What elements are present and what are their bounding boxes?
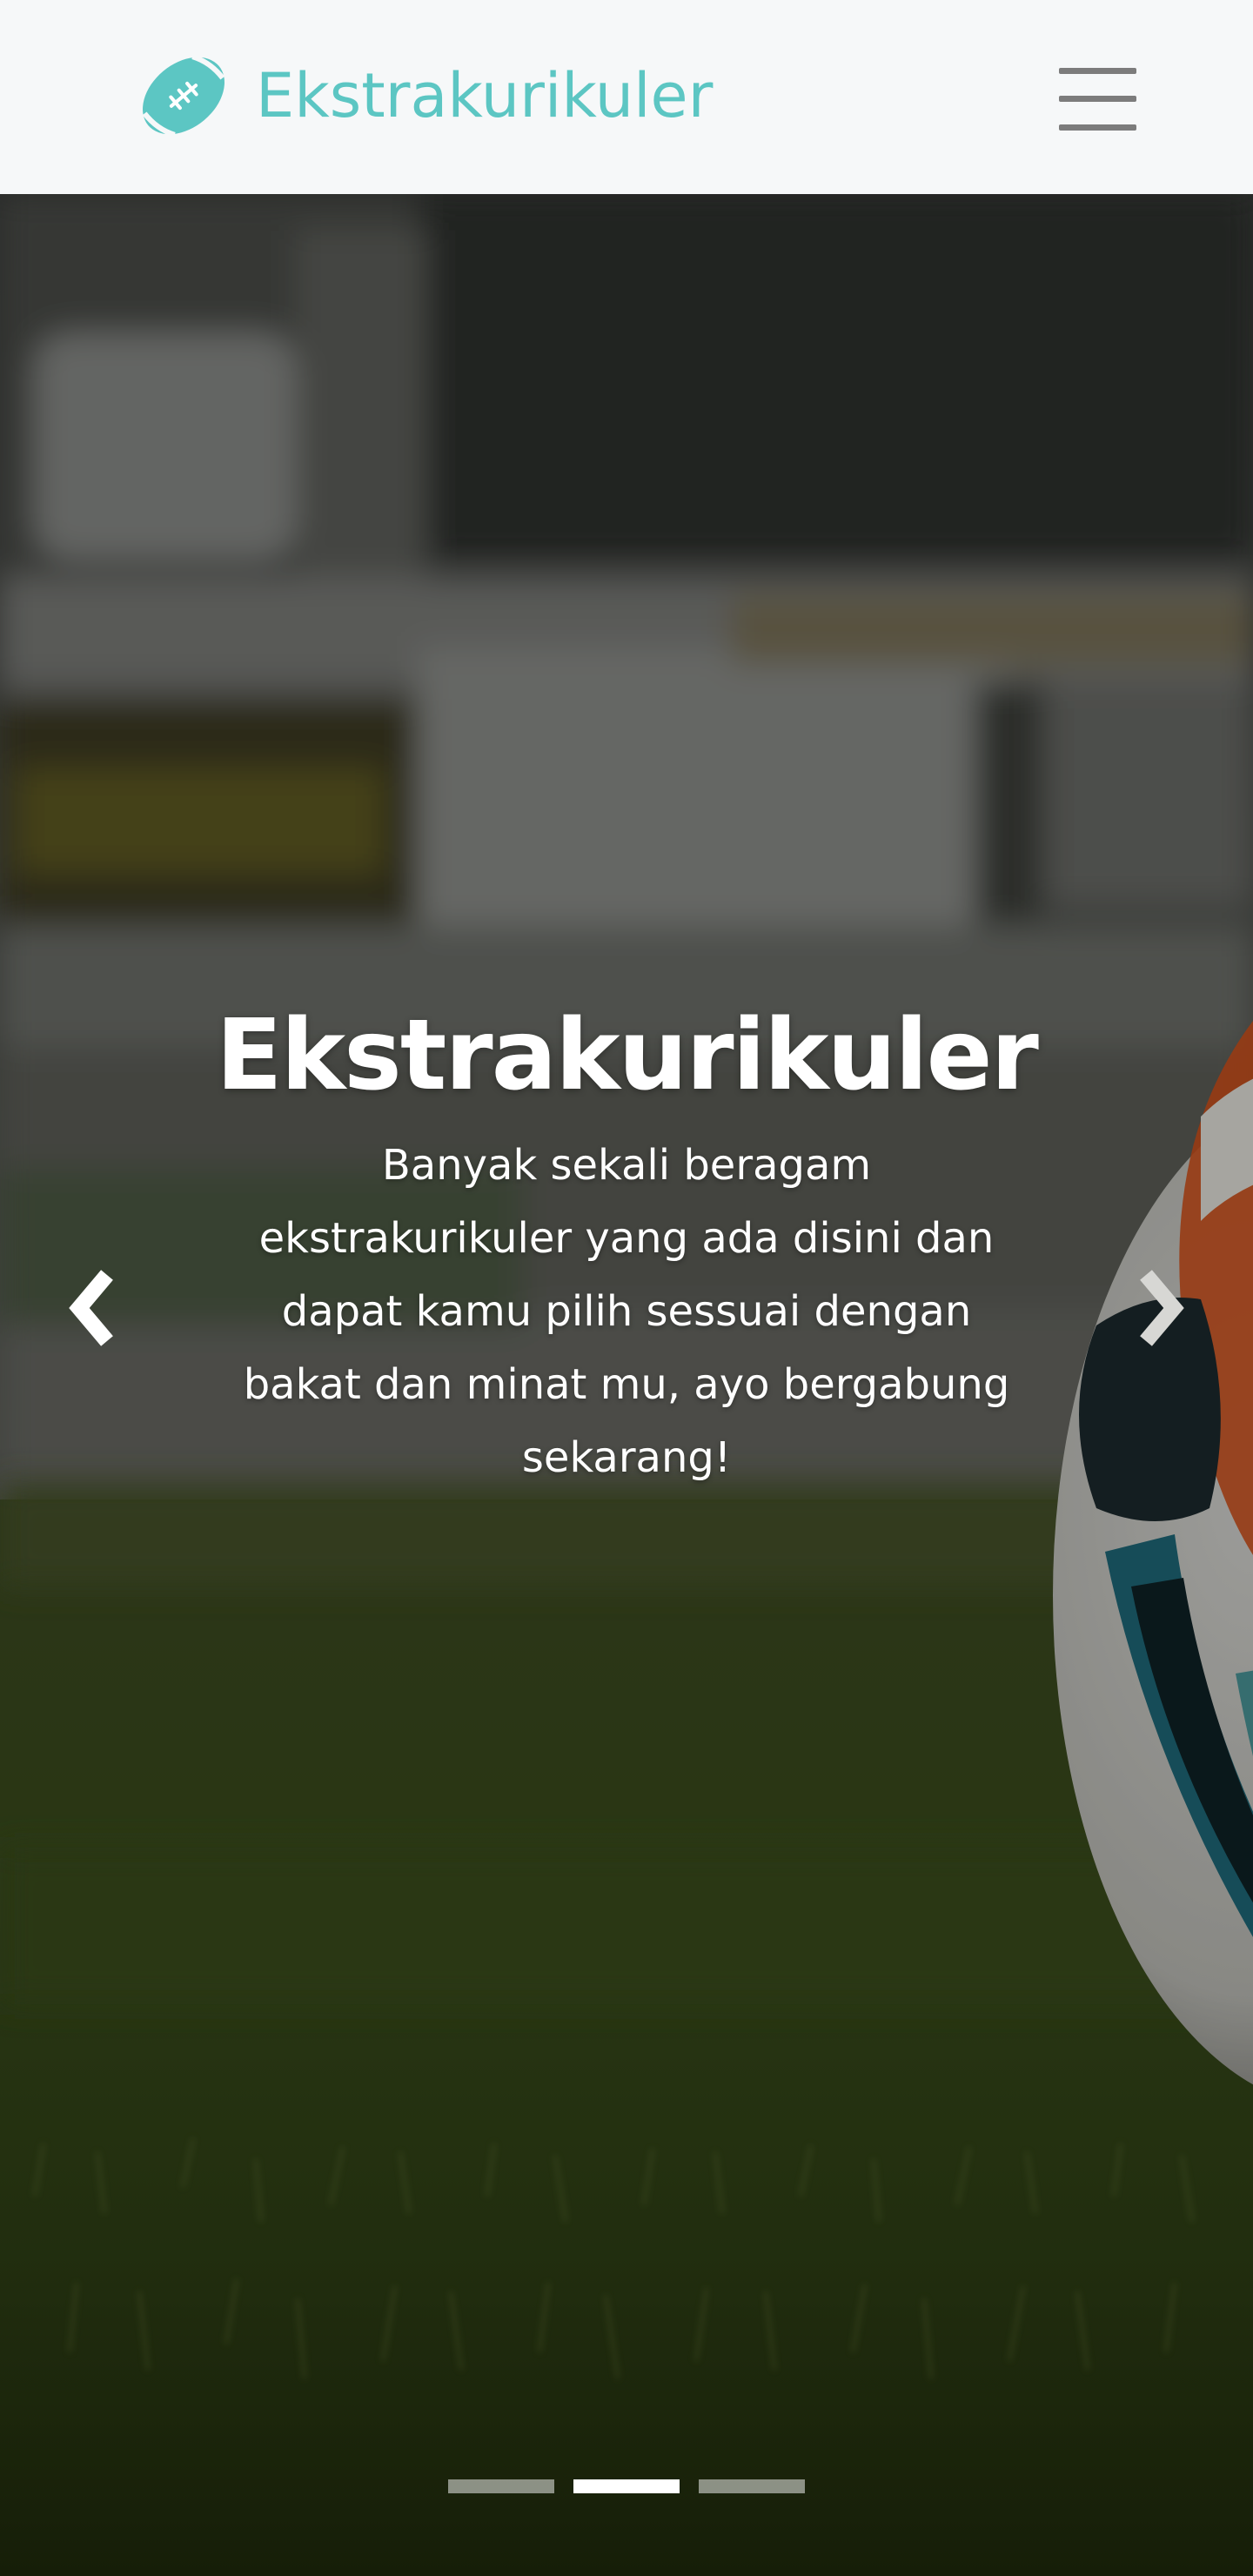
chevron-right-icon (1140, 1270, 1184, 1346)
brand-name: Ekstrakurikuler (256, 60, 714, 131)
carousel-indicator-1[interactable] (448, 2479, 554, 2493)
hero-carousel: Ekstrakurikuler Banyak sekali beragam ek… (0, 194, 1253, 2576)
carousel-caption: Ekstrakurikuler Banyak sekali beragam ek… (209, 995, 1044, 1494)
navbar: Ekstrakurikuler (0, 0, 1253, 194)
carousel-indicator-3[interactable] (699, 2479, 805, 2493)
carousel-caption-title: Ekstrakurikuler (216, 999, 1039, 1112)
brand-link[interactable]: Ekstrakurikuler (139, 50, 713, 141)
chevron-left-icon (69, 1270, 113, 1346)
football-icon (142, 54, 225, 138)
hamburger-menu-icon (1059, 68, 1136, 74)
carousel-prev-button[interactable] (40, 1238, 144, 1378)
carousel-indicators (0, 2471, 1253, 2506)
hamburger-menu-button[interactable] (1049, 64, 1145, 134)
carousel-caption-text: Banyak sekali beragam ekstrakurikuler ya… (243, 1141, 1010, 1482)
hamburger-line (1059, 124, 1136, 131)
carousel-indicator-2-active[interactable] (573, 2479, 680, 2493)
carousel-next-button[interactable] (1109, 1238, 1213, 1378)
page: Ekstrakurikuler Ekstrakurikuler Banyak s… (0, 0, 1253, 2576)
hamburger-line (1059, 96, 1136, 102)
